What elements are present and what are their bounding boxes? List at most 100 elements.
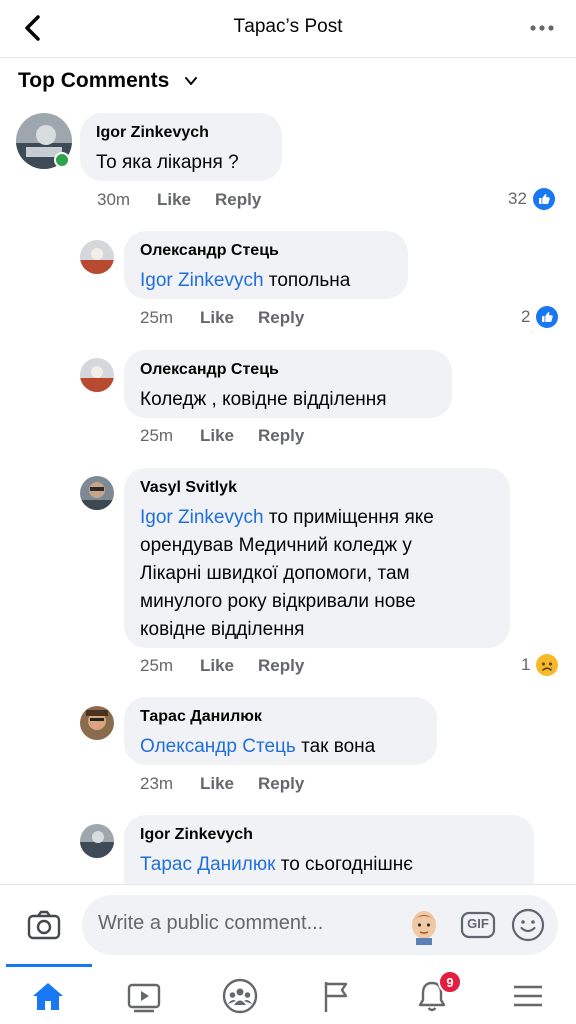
reaction-count: 2 bbox=[521, 307, 531, 326]
avatar-image bbox=[80, 706, 114, 740]
comment-text: То яка лікарня ? bbox=[96, 152, 239, 173]
comment-actions: 23m Like Reply bbox=[140, 774, 304, 794]
reaction-summary[interactable]: 32 bbox=[508, 188, 555, 210]
like-icon bbox=[536, 306, 559, 328]
comment-text-line: орендував Медичний коледж у bbox=[140, 535, 412, 556]
avatar[interactable] bbox=[80, 824, 114, 858]
flag-icon bbox=[324, 982, 348, 1012]
comment-text-line: Лікарні швидкої допомоги, там bbox=[140, 563, 410, 584]
tab-watch[interactable] bbox=[124, 976, 164, 1016]
tab-menu[interactable] bbox=[508, 976, 548, 1016]
emoji-button[interactable] bbox=[510, 907, 546, 943]
comment-author[interactable]: Тарас Данилюк bbox=[140, 707, 421, 727]
comment-sort-dropdown[interactable]: Top Comments bbox=[18, 66, 199, 96]
notification-badge: 9 bbox=[438, 970, 462, 994]
more-options-button[interactable] bbox=[526, 14, 558, 42]
comment-author[interactable]: Олександр Стець bbox=[140, 241, 392, 261]
like-icon bbox=[532, 188, 555, 210]
avatar[interactable] bbox=[80, 240, 114, 274]
reaction-count: 1 bbox=[521, 655, 531, 674]
mention-link[interactable]: Igor Zinkevych bbox=[140, 507, 264, 528]
comment-actions: 25m Like Reply bbox=[140, 308, 304, 328]
comment-text-line: ковідне відділення bbox=[140, 619, 305, 640]
page-title: Тарас’s Post bbox=[233, 16, 343, 37]
top-bar: Тарас’s Post bbox=[0, 0, 576, 58]
reply-button[interactable]: Reply bbox=[258, 308, 304, 328]
groups-icon bbox=[222, 978, 258, 1014]
sort-label: Top Comments bbox=[18, 69, 170, 92]
chevron-down-icon bbox=[185, 77, 198, 85]
mention-link[interactable]: Олександр Стець bbox=[140, 736, 296, 757]
avatar[interactable] bbox=[80, 358, 114, 392]
like-button[interactable]: Like bbox=[157, 190, 215, 210]
comment-text-body: так вона bbox=[295, 736, 376, 757]
comment-bubble[interactable]: Олександр Стець Коледж , ковідне відділе… bbox=[124, 350, 452, 418]
post-comments-screen: Тарас’s Post Top Comments Igor Zinkevych… bbox=[0, 0, 576, 1024]
comment-bubble[interactable]: Vasyl Svitlyk Igor Zinkevych то приміщен… bbox=[124, 468, 510, 648]
comment-bubble[interactable]: Igor Zinkevych То яка лікарня ? bbox=[80, 113, 282, 181]
comment-author[interactable]: Олександр Стець bbox=[140, 360, 436, 380]
comment-time: 23m bbox=[140, 774, 174, 793]
avatar-image bbox=[80, 476, 114, 510]
comment-placeholder: Write a public comment... bbox=[98, 912, 324, 934]
comment-author[interactable]: Igor Zinkevych bbox=[96, 123, 266, 143]
comment-actions: 25m Like Reply bbox=[140, 426, 304, 446]
comment-text: Igor Zinkevych топольна bbox=[140, 267, 392, 295]
comment-text-body: топольна bbox=[263, 270, 351, 291]
avatar-image bbox=[80, 358, 114, 392]
avatar-sticker-button[interactable] bbox=[404, 905, 444, 945]
comment-actions: 25m Like Reply bbox=[140, 656, 304, 676]
gif-button[interactable]: GIF bbox=[460, 909, 496, 941]
comment-text: Коледж , ковідне відділення bbox=[140, 389, 387, 410]
like-button[interactable]: Like bbox=[200, 308, 258, 328]
tab-groups[interactable] bbox=[220, 976, 260, 1016]
avatar-image bbox=[80, 824, 114, 858]
like-button[interactable]: Like bbox=[200, 656, 258, 676]
online-status-dot bbox=[54, 152, 70, 168]
mention-link[interactable]: Тарас Данилюк bbox=[140, 854, 275, 875]
gif-label: GIF bbox=[467, 916, 489, 931]
like-button[interactable]: Like bbox=[200, 774, 258, 794]
reply-button[interactable]: Reply bbox=[258, 426, 304, 446]
comment-text: Тарас Данилюк то сьогоднішнє bbox=[140, 851, 518, 879]
home-icon bbox=[33, 983, 63, 1010]
comment-composer: Write a public comment... GIF bbox=[0, 884, 576, 964]
active-tab-indicator bbox=[6, 964, 92, 967]
reply-button[interactable]: Reply bbox=[258, 656, 304, 676]
mention-link[interactable]: Igor Zinkevych bbox=[140, 270, 264, 291]
avatar[interactable] bbox=[80, 476, 114, 510]
comment-time: 30m bbox=[97, 190, 131, 209]
reply-button[interactable]: Reply bbox=[215, 190, 261, 210]
comment-time: 25m bbox=[140, 426, 174, 445]
reaction-count: 32 bbox=[508, 189, 527, 208]
avatar[interactable] bbox=[80, 706, 114, 740]
comment-text: Igor Zinkevych то приміщення яке орендув… bbox=[140, 504, 494, 644]
menu-icon bbox=[514, 985, 542, 1007]
tab-pages[interactable] bbox=[316, 976, 356, 1016]
reply-button[interactable]: Reply bbox=[258, 774, 304, 794]
camera-button[interactable] bbox=[24, 905, 64, 945]
comment-time: 25m bbox=[140, 308, 174, 327]
avatar-image bbox=[80, 240, 114, 274]
bottom-tab-bar: 9 bbox=[0, 964, 576, 1024]
comment-text-body: то сьогоднішнє bbox=[275, 854, 413, 875]
comment-time: 25m bbox=[140, 656, 174, 675]
smiley-icon bbox=[511, 908, 545, 942]
video-icon bbox=[127, 983, 161, 1013]
sad-icon bbox=[536, 654, 559, 676]
avatar-sticker-icon bbox=[412, 911, 436, 945]
comment-text: Олександр Стець так вона bbox=[140, 733, 421, 761]
comment-bubble[interactable]: Олександр Стець Igor Zinkevych топольна bbox=[124, 231, 408, 299]
comment-text-line: то приміщення яке bbox=[263, 507, 434, 528]
tab-home[interactable] bbox=[28, 976, 68, 1016]
like-button[interactable]: Like bbox=[200, 426, 258, 446]
comment-bubble[interactable]: Тарас Данилюк Олександр Стець так вона bbox=[124, 697, 437, 765]
comment-author[interactable]: Vasyl Svitlyk bbox=[140, 478, 494, 498]
reaction-summary[interactable]: 2 bbox=[521, 306, 559, 328]
comment-author[interactable]: Igor Zinkevych bbox=[140, 825, 518, 845]
comment-actions: 30m Like Reply bbox=[97, 190, 261, 210]
reaction-summary[interactable]: 1 bbox=[521, 654, 559, 676]
comment-input[interactable]: Write a public comment... GIF bbox=[82, 895, 558, 955]
comment-text-line: минулого року відкривали нове bbox=[140, 591, 416, 612]
camera-icon bbox=[27, 910, 61, 940]
